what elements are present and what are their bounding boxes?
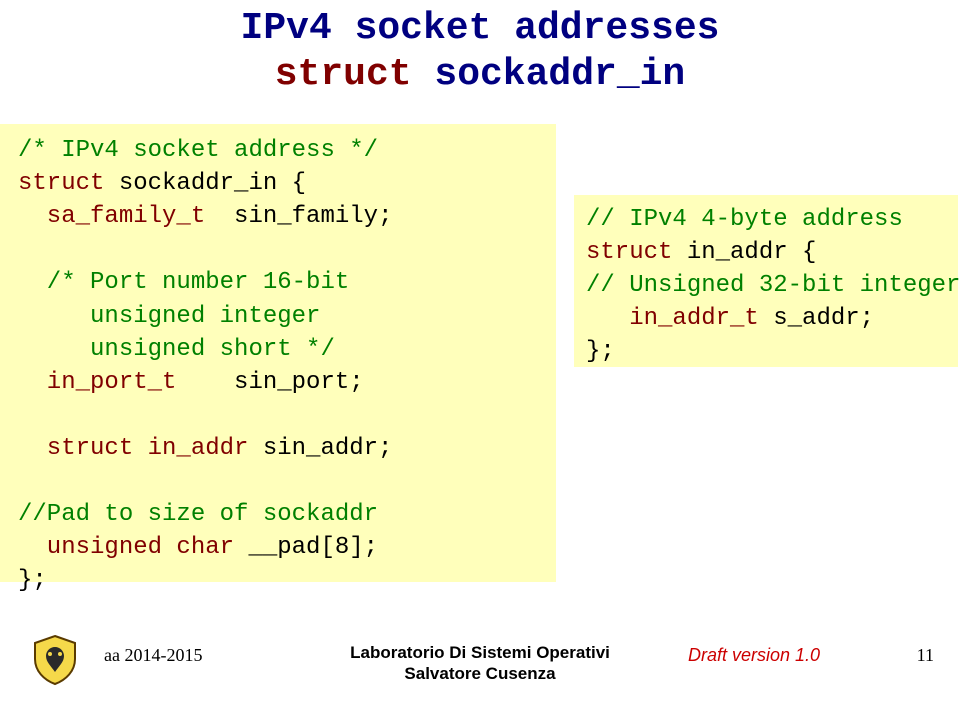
title-line2-keyword: struct: [275, 53, 412, 96]
code-type: unsigned char: [18, 534, 234, 561]
code-keyword: struct: [18, 170, 104, 197]
code-keyword: struct: [586, 239, 672, 266]
code-type: in_addr: [133, 435, 248, 462]
footer-lab-line1: Laboratorio Di Sistemi Operativi: [350, 643, 610, 662]
code-text: s_addr;: [759, 305, 874, 332]
code-type: in_port_t: [18, 369, 176, 396]
code-type: in_addr_t: [586, 305, 759, 332]
code-comment: // Unsigned 32-bit integer: [586, 272, 960, 299]
code-text: sin_family;: [205, 203, 392, 230]
code-left: /* IPv4 socket address */ struct sockadd…: [18, 134, 542, 598]
footer-lab-line2: Salvatore Cusenza: [404, 664, 555, 683]
code-box-left: /* IPv4 socket address */ struct sockadd…: [0, 124, 556, 582]
title-line2-name: sockaddr_in: [434, 53, 685, 96]
code-comment: /* Port number 16-bit: [18, 269, 349, 296]
code-text: in_addr {: [672, 239, 816, 266]
code-text: };: [586, 338, 615, 365]
crest-icon: [28, 633, 82, 692]
title-line1: IPv4 socket addresses: [241, 7, 720, 50]
code-comment: /* IPv4 socket address */: [18, 137, 378, 164]
code-box-right: // IPv4 4-byte address struct in_addr { …: [574, 195, 958, 367]
code-text: __pad[8];: [234, 534, 378, 561]
code-comment: unsigned integer: [18, 303, 320, 330]
code-type: sa_family_t: [18, 203, 205, 230]
code-comment: //Pad to size of sockaddr: [18, 501, 378, 528]
code-text: sin_addr;: [248, 435, 392, 462]
slide-title: IPv4 socket addresses struct sockaddr_in: [0, 6, 960, 99]
code-text: };: [18, 567, 47, 594]
code-comment: // IPv4 4-byte address: [586, 206, 903, 233]
code-comment: unsigned short */: [18, 336, 335, 363]
footer: aa 2014-2015 Laboratorio Di Sistemi Oper…: [0, 634, 960, 694]
footer-page-number: 11: [917, 645, 934, 666]
code-right: // IPv4 4-byte address struct in_addr { …: [586, 203, 948, 369]
footer-draft: Draft version 1.0: [688, 645, 820, 666]
code-keyword: struct: [18, 435, 133, 462]
footer-year: aa 2014-2015: [104, 645, 202, 666]
code-text: sin_port;: [176, 369, 363, 396]
footer-lab: Laboratorio Di Sistemi Operativi Salvato…: [310, 642, 650, 685]
slide: IPv4 socket addresses struct sockaddr_in…: [0, 0, 960, 708]
code-text: sockaddr_in {: [104, 170, 306, 197]
